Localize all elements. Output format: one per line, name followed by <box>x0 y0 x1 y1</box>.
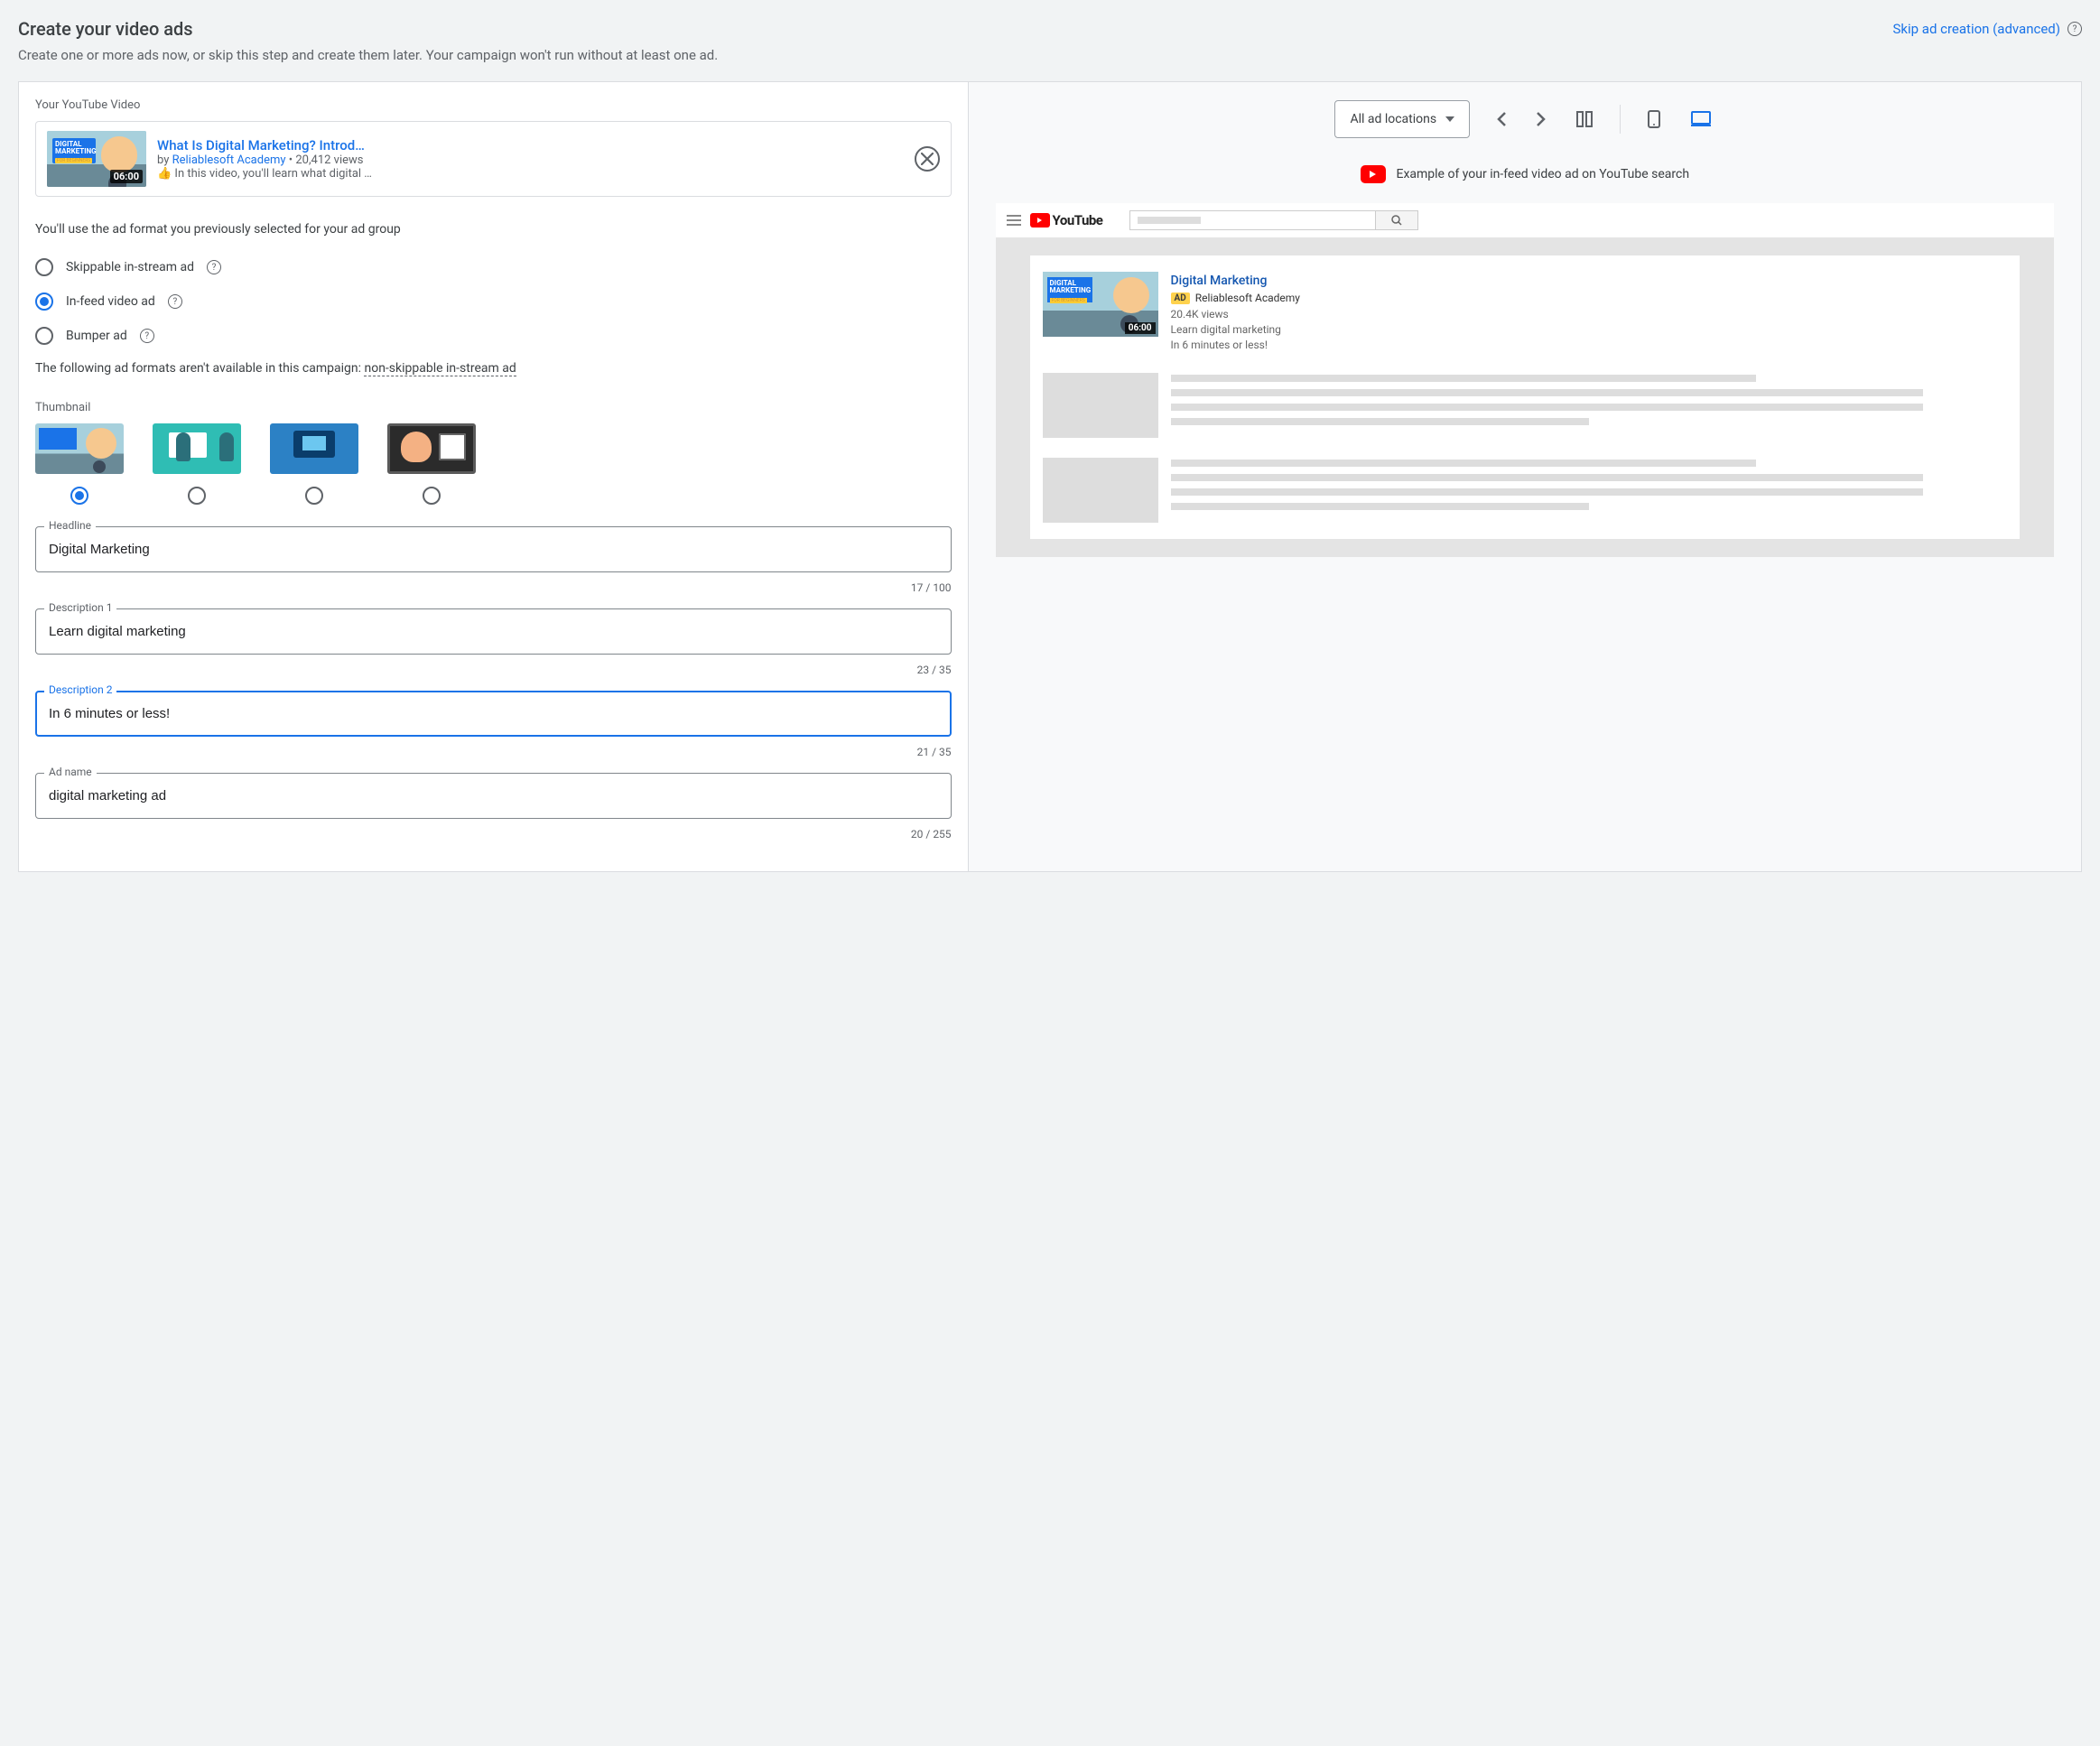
your-video-label: Your YouTube Video <box>35 98 952 112</box>
unavailable-formats-note: The following ad formats aren't availabl… <box>35 361 952 376</box>
description1-label: Description 1 <box>44 601 116 614</box>
video-description: 👍 In this video, you'll learn what digit… <box>157 167 904 181</box>
radio-icon <box>305 487 323 505</box>
format-option-bumper[interactable]: Bumper ad ? <box>35 327 952 345</box>
ad-result-desc1: Learn digital marketing <box>1171 322 2007 338</box>
placeholder-thumbnail <box>1043 373 1158 438</box>
ad-location-label: All ad locations <box>1350 112 1436 126</box>
ad-result-title: Digital Marketing <box>1171 274 2007 288</box>
ad-result-views: 20.4K views <box>1171 308 2007 320</box>
mobile-preview-button[interactable] <box>1644 107 1664 132</box>
thumbnail-image <box>270 423 358 474</box>
thumbnail-option-3[interactable] <box>270 423 358 505</box>
thumbnail-label: Thumbnail <box>35 401 952 414</box>
hamburger-icon <box>1007 219 1021 221</box>
prev-button[interactable] <box>1493 108 1510 130</box>
radio-icon <box>423 487 441 505</box>
description2-label: Description 2 <box>44 683 116 696</box>
skip-link-label: Skip ad creation (advanced) <box>1892 21 2060 37</box>
page-title: Create your video ads <box>18 18 193 40</box>
placeholder-result-row <box>1043 373 2007 438</box>
columns-icon <box>1576 111 1593 127</box>
thumbnail-image <box>153 423 241 474</box>
thumbnail-image <box>387 423 476 474</box>
youtube-logo: YouTube <box>1030 212 1103 228</box>
ad-form-panel: Your YouTube Video DIGITALMARKETING FOR … <box>18 81 968 872</box>
thumbnail-image <box>35 423 124 474</box>
radio-icon <box>35 258 53 276</box>
adname-counter: 20 / 255 <box>35 828 952 840</box>
page-subtitle: Create one or more ads now, or skip this… <box>18 47 2082 63</box>
placeholder-thumbnail <box>1043 458 1158 523</box>
help-icon[interactable]: ? <box>140 329 154 343</box>
video-thumbnail: DIGITALMARKETING FOR BEGINNERS 06:00 <box>47 131 146 187</box>
video-duration: 06:00 <box>110 170 143 183</box>
radio-icon <box>70 487 88 505</box>
radio-icon <box>35 293 53 311</box>
chevron-down-icon <box>1445 116 1454 122</box>
headline-input[interactable] <box>35 526 952 572</box>
adname-label: Ad name <box>44 766 97 778</box>
format-option-infeed[interactable]: In-feed video ad ? <box>35 293 952 311</box>
description2-field-wrapper: Description 2 <box>35 691 952 737</box>
description1-field-wrapper: Description 1 <box>35 608 952 655</box>
adname-field-wrapper: Ad name <box>35 773 952 819</box>
help-icon[interactable]: ? <box>207 260 221 274</box>
mobile-icon <box>1648 110 1660 128</box>
video-title-link[interactable]: What Is Digital Marketing? Introd… <box>157 137 904 153</box>
adname-input[interactable] <box>35 773 952 819</box>
headline-label: Headline <box>44 519 96 532</box>
description2-input[interactable] <box>35 691 952 737</box>
help-icon[interactable]: ? <box>2067 22 2082 36</box>
ad-result-row: DIGITALMARKETING FOR BEGINNERS 06:00 Dig… <box>1043 272 2007 353</box>
thumbnail-option-2[interactable] <box>153 423 241 505</box>
description1-input[interactable] <box>35 608 952 655</box>
video-meta: by Reliablesoft Academy • 20,412 views <box>157 153 904 167</box>
search-icon <box>1391 215 1402 226</box>
help-icon[interactable]: ? <box>168 294 182 309</box>
radio-icon <box>35 327 53 345</box>
chevron-left-icon <box>1497 112 1506 126</box>
ad-location-dropdown[interactable]: All ad locations <box>1334 100 1470 138</box>
format-note: You'll use the ad format you previously … <box>35 222 952 237</box>
next-button[interactable] <box>1533 108 1549 130</box>
ad-result-desc2: In 6 minutes or less! <box>1171 338 2007 353</box>
radio-icon <box>188 487 206 505</box>
description1-counter: 23 / 35 <box>35 664 952 676</box>
ad-badge: AD <box>1171 293 1190 304</box>
desktop-icon <box>1691 111 1711 127</box>
format-label: In-feed video ad <box>66 294 155 309</box>
format-label: Skippable in-stream ad <box>66 260 194 274</box>
youtube-search-button <box>1375 210 1418 230</box>
description2-counter: 21 / 35 <box>35 746 952 758</box>
thumbnail-option-4[interactable] <box>387 423 476 505</box>
close-icon <box>921 153 934 165</box>
format-option-skippable[interactable]: Skippable in-stream ad ? <box>35 258 952 276</box>
preview-caption-text: Example of your in-feed video ad on YouT… <box>1397 167 1690 181</box>
desktop-preview-button[interactable] <box>1687 107 1714 131</box>
video-card: DIGITALMARKETING FOR BEGINNERS 06:00 Wha… <box>35 121 952 197</box>
thumbnail-option-1[interactable] <box>35 423 124 505</box>
preview-panel: All ad locations Example of your in-fe <box>968 81 2082 872</box>
chevron-right-icon <box>1537 112 1546 126</box>
ad-result-channel: Reliablesoft Academy <box>1195 292 1300 304</box>
youtube-icon <box>1361 165 1386 183</box>
separator <box>1620 105 1621 134</box>
unavailable-format-link[interactable]: non-skippable in-stream ad <box>364 361 516 376</box>
remove-video-button[interactable] <box>915 146 940 172</box>
headline-counter: 17 / 100 <box>35 581 952 594</box>
youtube-preview-frame: YouTube DIGITALMARKETING FOR BEGINNERS <box>996 203 2054 557</box>
headline-field-wrapper: Headline <box>35 526 952 572</box>
format-label: Bumper ad <box>66 329 127 343</box>
placeholder-result-row <box>1043 458 2007 523</box>
video-channel-link[interactable]: Reliablesoft Academy <box>172 153 286 167</box>
ad-result-thumbnail: DIGITALMARKETING FOR BEGINNERS 06:00 <box>1043 272 1158 337</box>
compare-view-button[interactable] <box>1573 107 1596 131</box>
youtube-search-box <box>1129 210 1375 230</box>
skip-ad-creation-link[interactable]: Skip ad creation (advanced) ? <box>1892 21 2082 37</box>
